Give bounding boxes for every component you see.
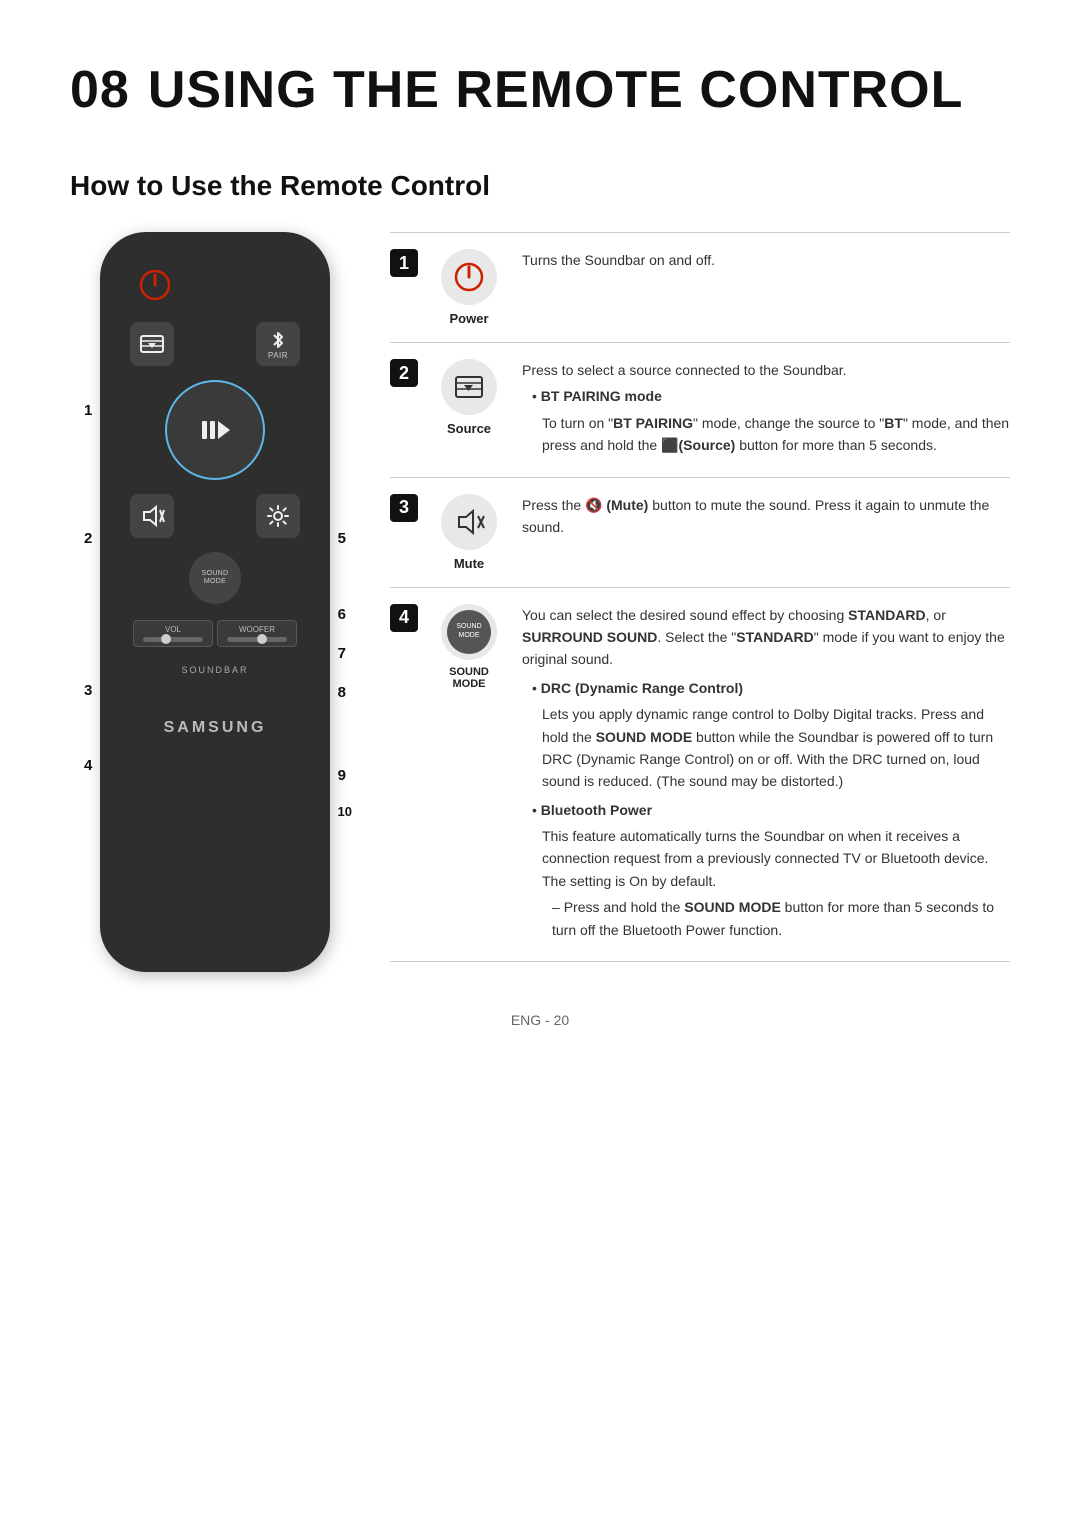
main-layout: 1 2 3 4 5 6 7 8 9 10 xyxy=(70,232,1010,972)
desc-icon-3: Mute xyxy=(424,494,514,571)
power-icon xyxy=(137,267,173,303)
bt-pair-button[interactable]: PAIR xyxy=(256,322,300,366)
sound-mode-text: SOUND xyxy=(202,570,229,578)
sound-mode-text2: MODE xyxy=(204,578,226,586)
power-row xyxy=(122,262,308,308)
power-desc-text: Turns the Soundbar on and off. xyxy=(522,249,1010,271)
bluetooth-icon xyxy=(267,329,289,351)
mute-settings-row xyxy=(122,494,308,538)
remote-column: 1 2 3 4 5 6 7 8 9 10 xyxy=(70,232,360,972)
sm-bt-sub: Press and hold the SOUND MODE button for… xyxy=(552,896,1010,941)
settings-icon xyxy=(264,502,292,530)
remote-num-10-label: 10 xyxy=(338,804,352,819)
remote-body: PAIR xyxy=(100,232,330,972)
remote-num-9-label: 9 xyxy=(338,767,346,784)
sm-desc-text2: MODE xyxy=(459,632,480,640)
woofer-track xyxy=(227,637,287,642)
sound-mode-desc-circle: SOUND MODE xyxy=(447,610,491,654)
remote-num-1-label: 1 xyxy=(84,402,92,419)
desc-row-1: 1 Power Turns the Soundbar on and off. xyxy=(390,232,1010,342)
mute-button[interactable] xyxy=(130,494,174,538)
desc-num-1: 1 xyxy=(390,249,418,277)
power-label: Power xyxy=(449,311,488,326)
remote-num-6-label: 6 xyxy=(338,606,346,623)
vol-label: VOL xyxy=(165,625,181,634)
mute-label: Mute xyxy=(454,556,484,571)
desc-icon-2: Source xyxy=(424,359,514,436)
remote-num-3-label: 3 xyxy=(84,682,92,699)
sound-mode-row: SOUND MODE xyxy=(122,552,308,604)
desc-icon-4: SOUND MODE SOUND MODE xyxy=(424,604,514,690)
mute-desc-svg xyxy=(451,504,487,540)
remote-num-7-label: 7 xyxy=(338,645,346,662)
desc-num-4: 4 xyxy=(390,604,418,632)
woofer-label: WOOFER xyxy=(239,625,275,634)
vol-thumb xyxy=(161,634,171,644)
power-desc-svg xyxy=(451,259,487,295)
desc-text-3: Press the 🔇 (Mute) button to mute the so… xyxy=(514,494,1010,543)
remote-num-4-label: 4 xyxy=(84,757,92,774)
remote-num-8-label: 8 xyxy=(338,684,346,701)
source-desc-svg xyxy=(451,369,487,405)
vol-slider[interactable]: VOL xyxy=(133,620,213,647)
desc-num-3: 3 xyxy=(390,494,418,522)
page-footer: ENG - 20 xyxy=(70,1012,1010,1028)
sm-bt-power-bullet: Bluetooth Power xyxy=(532,799,1010,821)
mute-desc-icon xyxy=(441,494,497,550)
desc-text-2: Press to select a source connected to th… xyxy=(514,359,1010,461)
sound-mode-button[interactable]: SOUND MODE xyxy=(189,552,241,604)
vol-track xyxy=(143,637,203,642)
section-title: How to Use the Remote Control xyxy=(70,170,1010,202)
desc-text-4: You can select the desired sound effect … xyxy=(514,604,1010,945)
play-pause-button[interactable] xyxy=(165,380,265,480)
sliders-row: VOL WOOFER xyxy=(122,620,308,647)
page-title: 08 USING THE REMOTE CONTROL xyxy=(70,60,1010,120)
sound-mode-label: SOUND MODE xyxy=(432,666,506,690)
settings-button[interactable] xyxy=(256,494,300,538)
woofer-slider[interactable]: WOOFER xyxy=(217,620,297,647)
soundbar-label: SOUNDBAR xyxy=(181,665,248,675)
desc-num-2: 2 xyxy=(390,359,418,387)
chapter-number: 08 xyxy=(70,61,130,119)
power-button[interactable] xyxy=(132,262,178,308)
sound-mode-desc-icon: SOUND MODE xyxy=(441,604,497,660)
sm-bt-text: This feature automatically turns the Sou… xyxy=(542,825,1010,892)
sm-desc-text1: SOUND xyxy=(456,623,481,631)
mute-icon xyxy=(138,502,166,530)
source-desc-icon xyxy=(441,359,497,415)
pair-text: PAIR xyxy=(268,351,288,360)
play-pause-row xyxy=(122,380,308,480)
source-label: Source xyxy=(447,421,491,436)
sm-desc-p1: You can select the desired sound effect … xyxy=(522,604,1010,671)
samsung-label: SAMSUNG xyxy=(164,719,267,737)
remote-num-2-label: 2 xyxy=(84,530,92,547)
desc-text-1: Turns the Soundbar on and off. xyxy=(514,249,1010,275)
play-pause-icon xyxy=(195,410,235,450)
woofer-thumb xyxy=(257,634,267,644)
sm-drc-text: Lets you apply dynamic range control to … xyxy=(542,703,1010,793)
source-desc-bt-text: To turn on "BT PAIRING" mode, change the… xyxy=(542,412,1010,457)
source-button[interactable] xyxy=(130,322,174,366)
source-bt-row: PAIR xyxy=(122,322,308,366)
desc-row-4: 4 SOUND MODE SOUND MODE You can select t… xyxy=(390,587,1010,962)
desc-icon-1: Power xyxy=(424,249,514,326)
source-desc-p1: Press to select a source connected to th… xyxy=(522,359,1010,381)
sm-drc-bullet: DRC (Dynamic Range Control) xyxy=(532,677,1010,699)
power-desc-icon xyxy=(441,249,497,305)
source-desc-bullet: BT PAIRING mode xyxy=(532,385,1010,407)
title-text: USING THE REMOTE CONTROL xyxy=(148,61,964,119)
desc-row-2: 2 Source Press to select a source connec… xyxy=(390,342,1010,477)
mute-desc-p1: Press the 🔇 (Mute) button to mute the so… xyxy=(522,494,1010,539)
desc-row-3: 3 Mute Press the 🔇 (Mute) button to mute… xyxy=(390,477,1010,587)
source-icon xyxy=(138,330,166,358)
remote-num-5-label: 5 xyxy=(338,530,346,547)
description-column: 1 Power Turns the Soundbar on and off. 2 xyxy=(390,232,1010,962)
